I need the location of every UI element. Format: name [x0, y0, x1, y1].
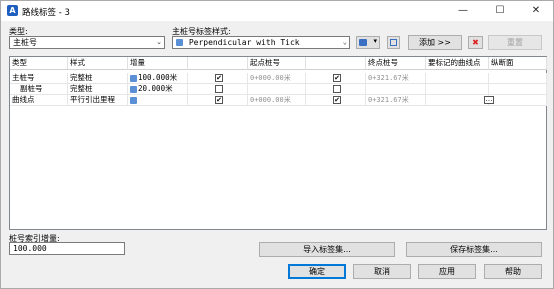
minimize-button[interactable]: — [445, 1, 481, 21]
reset-button[interactable]: 重置 [488, 35, 542, 50]
delete-icon[interactable]: ✖ [468, 36, 483, 49]
pick-style-button[interactable] [387, 36, 400, 49]
row-increment-value: 20.000米 [138, 84, 173, 93]
apply-button[interactable]: 应用 [418, 264, 476, 279]
import-label-set-button[interactable]: 导入标签集... [259, 242, 395, 257]
row-increment[interactable]: 100.000米 [128, 73, 188, 84]
type-select-value: 主桩号 [13, 38, 37, 47]
end-checkbox[interactable] [333, 85, 341, 93]
row-profile[interactable] [489, 95, 547, 106]
add-button[interactable]: 添加 >> [408, 35, 462, 50]
style-select-value: Perpendicular with Tick [188, 38, 300, 47]
row-style[interactable]: 完整桩 [68, 84, 128, 95]
col-header-style[interactable]: 样式 [68, 57, 128, 70]
row-start-station[interactable]: 0+000.00米 [248, 95, 306, 106]
row-end-station[interactable]: 0+321.67米 [366, 73, 426, 84]
ok-button[interactable]: 确定 [288, 264, 346, 279]
start-checkbox[interactable]: ✔ [215, 96, 223, 104]
app-logo-icon: A [7, 5, 18, 16]
style-chip-icon [176, 39, 183, 46]
help-button[interactable]: 帮助 [484, 264, 542, 279]
row-style[interactable]: 完整桩 [68, 73, 128, 84]
save-label-set-button[interactable]: 保存标签集... [406, 242, 542, 257]
style-edit-dropdown-button[interactable]: ▾ [356, 36, 380, 49]
style-chip-icon [130, 74, 137, 82]
row-increment-value: 100.000米 [138, 73, 178, 82]
pick-icon [390, 39, 397, 46]
row-type[interactable]: 曲线点 [10, 95, 68, 106]
row-increment[interactable]: 20.000米 [128, 84, 188, 95]
col-header-end-check[interactable] [306, 57, 366, 70]
dialog-window: A 路线标签 - 3 — ☐ ✕ 类型: 主桩号 ⌄ 主桩号标签样式: Perp… [0, 0, 554, 289]
type-select[interactable]: 主桩号 ⌄ [9, 36, 165, 49]
chevron-down-icon: ⌄ [342, 38, 347, 46]
station-increment-input[interactable]: 100.000 [9, 242, 125, 255]
row-increment[interactable] [128, 95, 188, 106]
row-end-station[interactable]: 0+321.67米 [366, 95, 426, 106]
col-header-curve-points[interactable]: 要标记的曲线点 [426, 57, 489, 70]
row-profile[interactable] [489, 84, 547, 95]
end-checkbox[interactable]: ✔ [333, 74, 341, 82]
style-chip-icon [130, 85, 137, 93]
chevron-down-icon: ▾ [373, 37, 377, 45]
title-bar: A 路线标签 - 3 — ☐ ✕ [1, 1, 553, 21]
row-type[interactable]: 副桩号 [10, 84, 68, 95]
col-header-profile[interactable]: 纵断面 [489, 57, 547, 70]
end-checkbox[interactable]: ✔ [333, 96, 341, 104]
chevron-down-icon: ⌄ [156, 38, 162, 46]
col-header-type[interactable]: 类型 [10, 57, 68, 70]
start-checkbox[interactable] [215, 85, 223, 93]
row-curve-points[interactable] [426, 95, 489, 106]
row-style[interactable]: 平行引出里程 [68, 95, 128, 106]
start-checkbox[interactable]: ✔ [215, 74, 223, 82]
cancel-button[interactable]: 取消 [353, 264, 411, 279]
row-curve-points[interactable] [426, 84, 489, 95]
row-end-station[interactable] [366, 84, 426, 95]
col-header-start-check[interactable] [188, 57, 248, 70]
col-header-start-station[interactable]: 起点桩号 [248, 57, 306, 70]
maximize-button[interactable]: ☐ [482, 1, 518, 21]
window-title: 路线标签 - 3 [22, 8, 70, 18]
col-header-end-station[interactable]: 终点桩号 [366, 57, 426, 70]
style-select[interactable]: Perpendicular with Tick ⌄ [172, 36, 350, 49]
row-curve-points[interactable] [426, 73, 489, 84]
row-start-station[interactable]: 0+000.00米 [248, 73, 306, 84]
col-header-increment[interactable]: 增量 [128, 57, 188, 70]
edit-style-icon [359, 39, 367, 46]
label-grid: 类型 样式 增量 起点桩号 终点桩号 要标记的曲线点 纵断面 主桩号 完整桩 1… [9, 56, 547, 230]
close-button[interactable]: ✕ [518, 1, 554, 21]
row-start-station[interactable] [248, 84, 306, 95]
row-type[interactable]: 主桩号 [10, 73, 68, 84]
style-chip-icon [130, 96, 137, 104]
row-profile[interactable] [489, 73, 547, 84]
